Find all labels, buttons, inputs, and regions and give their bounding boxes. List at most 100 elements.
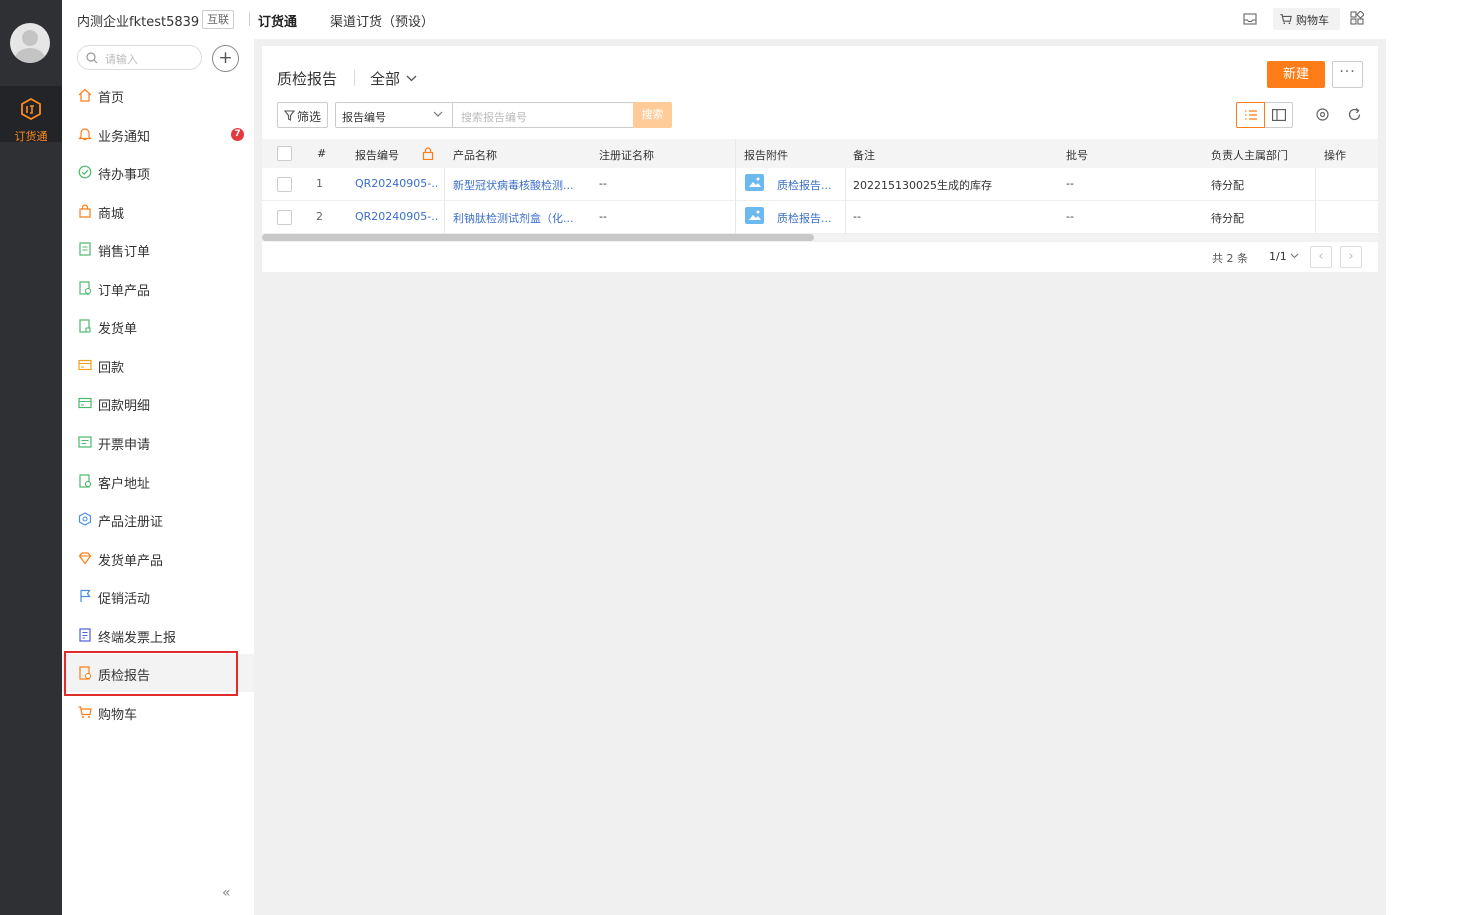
column-header-attachment[interactable]: 报告附件 — [744, 147, 788, 163]
chevron-down-icon — [433, 111, 443, 117]
row-checkbox[interactable] — [277, 177, 292, 192]
column-divider — [845, 201, 846, 234]
list-card: 质检报告 全部 新建 ··· 筛选 报告编号 搜索报告编号 搜索 # 报告编号 … — [262, 46, 1378, 272]
tab-channel-order[interactable]: 渠道订货（预设） — [330, 11, 434, 30]
sidebar-item-mall[interactable]: 商城 — [62, 192, 254, 230]
select-all-checkbox[interactable] — [277, 146, 292, 161]
sidebar-item-terminal-invoice[interactable]: 终端发票上报 — [62, 616, 254, 654]
new-button[interactable]: 新建 — [1267, 61, 1325, 88]
sidebar-item-label: 待办事项 — [98, 168, 151, 183]
image-icon[interactable] — [745, 207, 764, 224]
user-avatar[interactable] — [10, 23, 50, 63]
sidebar-item-label: 购物车 — [98, 708, 138, 723]
sidebar-item-notification[interactable]: 业务通知 7 — [62, 115, 254, 153]
page-selector[interactable]: 1/1 — [1269, 250, 1299, 263]
search-button[interactable]: 搜索 — [633, 102, 672, 128]
sidebar-item-customer-address[interactable]: 客户地址 — [62, 462, 254, 500]
app-rail: 订货通 — [0, 0, 62, 915]
sidebar-item-invoice-apply[interactable]: 开票申请 — [62, 423, 254, 461]
sidebar-search-input[interactable]: 请输入 — [77, 45, 202, 70]
sidebar-item-label: 客户地址 — [98, 477, 151, 492]
sidebar-item-label: 回款明细 — [98, 399, 151, 414]
sidebar-item-label: 发货单产品 — [98, 554, 164, 569]
highlight-box — [64, 651, 238, 696]
column-header-cert[interactable]: 注册证名称 — [599, 147, 654, 163]
column-header-action: 操作 — [1324, 149, 1346, 162]
table-header: # 报告编号 产品名称 注册证名称 报告附件 备注 批号 负责人主属部门 操作 — [262, 139, 1378, 168]
search-field-label: 报告编号 — [342, 111, 386, 124]
delivery-product-icon — [78, 552, 92, 565]
page-indicator: 1/1 — [1269, 250, 1287, 263]
inbox-icon[interactable] — [1243, 12, 1257, 26]
pagination-bar: 共 2 条 1/1 ‹ › — [262, 242, 1378, 272]
sidebar-item-promotion[interactable]: 促销活动 — [62, 577, 254, 615]
view-toggle — [1236, 102, 1293, 128]
apps-grid-icon[interactable] — [1350, 11, 1364, 25]
delivery-doc-icon — [79, 319, 91, 333]
row-checkbox[interactable] — [277, 210, 292, 225]
sidebar-item-order-product[interactable]: 订单产品 — [62, 269, 254, 307]
more-button[interactable]: ··· — [1332, 61, 1363, 88]
column-header-batch[interactable]: 批号 — [1066, 147, 1088, 163]
sidebar-item-label: 促销活动 — [98, 592, 151, 607]
divider — [249, 12, 250, 26]
column-header-report-no[interactable]: 报告编号 — [355, 147, 399, 163]
cart-label: 购物车 — [1296, 14, 1329, 27]
tab-dinghuotong[interactable]: 订货通 — [258, 11, 297, 30]
product-link[interactable]: 新型冠状病毒核酸检测... — [453, 177, 583, 193]
rail-app-label: 订货通 — [14, 130, 48, 143]
page-margin — [1386, 0, 1472, 915]
split-view-icon[interactable] — [1272, 109, 1286, 121]
image-icon[interactable] — [745, 174, 764, 191]
view-selector-label: 全部 — [370, 70, 401, 88]
attachment-link[interactable]: 质检报告... — [777, 210, 839, 226]
list-view-button[interactable] — [1236, 102, 1265, 128]
sidebar-item-product-certificate[interactable]: 产品注册证 — [62, 500, 254, 538]
bell-icon — [78, 128, 92, 141]
sidebar-item-delivery-product[interactable]: 发货单产品 — [62, 539, 254, 577]
lock-icon — [422, 147, 434, 160]
settings-icon[interactable] — [1315, 107, 1330, 122]
sidebar-item-cart[interactable]: 购物车 — [62, 693, 254, 731]
refresh-icon[interactable] — [1347, 107, 1362, 122]
scrollbar-thumb[interactable] — [262, 234, 814, 241]
table-row[interactable]: 1 QR20240905-... 新型冠状病毒核酸检测... -- 质检报告..… — [262, 168, 1378, 201]
rail-app-dinghuotong[interactable]: 订货通 — [0, 86, 62, 143]
sidebar-item-label: 商城 — [98, 207, 125, 222]
cart-button[interactable]: 购物车 — [1273, 8, 1340, 30]
search-field-select[interactable]: 报告编号 — [335, 102, 452, 128]
home-icon — [78, 88, 92, 102]
next-page-button[interactable]: › — [1340, 246, 1362, 268]
add-button[interactable]: + — [212, 45, 239, 72]
sidebar-item-home[interactable]: 首页 — [62, 76, 254, 114]
table-row[interactable]: 2 QR20240905-... 利钠肽检测试剂盒（化... -- 质检报告..… — [262, 201, 1378, 234]
company-name[interactable]: 内测企业fktest5839 — [77, 11, 199, 30]
filter-label: 筛选 — [297, 110, 322, 124]
sidebar-item-todo[interactable]: 待办事项 — [62, 153, 254, 191]
report-no-link[interactable]: QR20240905-... — [355, 210, 437, 223]
sidebar-item-delivery[interactable]: 发货单 — [62, 307, 254, 345]
product-link[interactable]: 利钠肽检测试剂盒（化... — [453, 210, 583, 226]
remark-value: -- — [853, 210, 861, 223]
column-divider — [1315, 201, 1316, 234]
list-view-icon — [1245, 110, 1257, 120]
column-header-dept[interactable]: 负责人主属部门 — [1211, 147, 1288, 163]
column-header-product[interactable]: 产品名称 — [453, 147, 497, 163]
column-header-remark[interactable]: 备注 — [853, 147, 875, 163]
sidebar-item-label: 终端发票上报 — [98, 631, 177, 646]
sidebar-item-sales-order[interactable]: 销售订单 — [62, 230, 254, 268]
sidebar-item-label: 销售订单 — [98, 245, 151, 260]
row-index: 2 — [316, 210, 323, 223]
view-selector[interactable]: 全部 — [370, 68, 417, 89]
filter-button[interactable]: 筛选 — [277, 102, 328, 128]
sidebar-item-label: 发货单 — [98, 322, 138, 337]
attachment-link[interactable]: 质检报告... — [777, 177, 839, 193]
report-no-link[interactable]: QR20240905-... — [355, 177, 437, 190]
sidebar-item-label: 订单产品 — [98, 284, 151, 299]
prev-page-button[interactable]: ‹ — [1310, 246, 1332, 268]
sidebar-item-payment-detail[interactable]: 回款明细 — [62, 384, 254, 422]
search-input[interactable]: 搜索报告编号 — [452, 102, 633, 128]
sidebar-item-payment[interactable]: 回款 — [62, 346, 254, 384]
collapse-sidebar-icon[interactable]: « — [222, 885, 231, 901]
column-divider — [735, 139, 736, 168]
